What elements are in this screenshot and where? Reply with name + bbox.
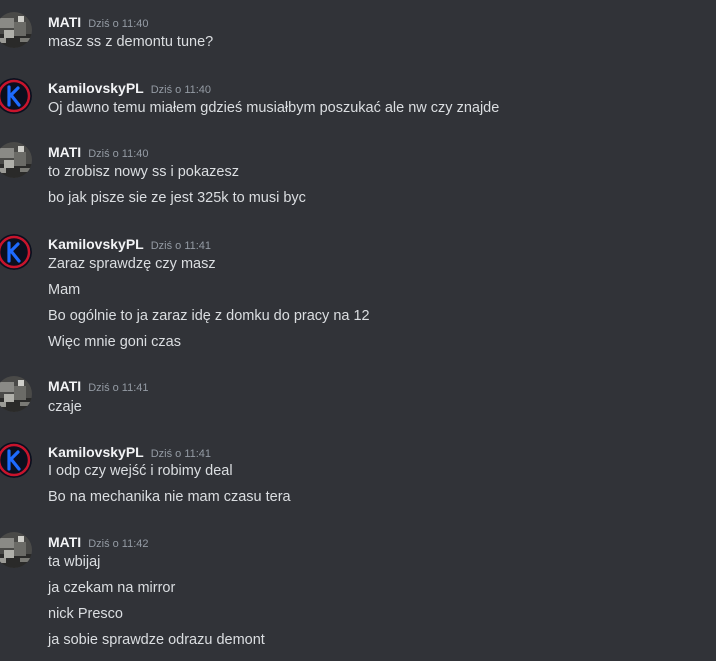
mati-avatar-icon[interactable]	[0, 532, 32, 568]
username[interactable]: KamilovskyPL	[48, 236, 144, 252]
message-text: masz ss z demontu tune?	[48, 34, 214, 50]
message-text: ja czekam na mirror	[48, 580, 176, 596]
timestamp: Dziś o 11:40	[88, 18, 149, 30]
message-header: KamilovskyPL Dziś o 11:40	[48, 78, 211, 98]
kamilovsky-k-avatar-icon[interactable]	[0, 442, 32, 478]
chat-message-list: MATI Dziś o 11:40 masz ss z demontu tune?…	[0, 0, 716, 661]
message-text: bo jak pisze sie ze jest 325k to musi by…	[48, 190, 306, 206]
message-text: ta wbijaj	[48, 554, 101, 570]
timestamp: Dziś o 11:41	[150, 448, 212, 460]
message-text: Bo ogólnie to ja zaraz idę z domku do pr…	[48, 308, 370, 324]
message-text: Zaraz sprawdzę czy masz	[48, 256, 216, 272]
message-text: I odp czy wejść i robimy deal	[48, 463, 233, 479]
message-text: ja sobie sprawdze odrazu demont	[48, 632, 265, 648]
username[interactable]: MATI	[48, 534, 81, 550]
message-header: MATI Dziś o 11:40	[48, 142, 149, 162]
message-text: Mam	[48, 282, 81, 298]
message-text: Bo na mechanika nie mam czasu tera	[48, 489, 291, 505]
kamilovsky-k-avatar-icon[interactable]	[0, 234, 32, 270]
message-header: MATI Dziś o 11:42	[48, 532, 149, 552]
message-text: czaje	[48, 399, 82, 415]
message-header: KamilovskyPL Dziś o 11:41	[48, 234, 211, 254]
mati-avatar-icon[interactable]	[0, 12, 32, 48]
timestamp: Dziś o 11:42	[88, 538, 149, 550]
username[interactable]: MATI	[48, 144, 81, 160]
message-header: MATI Dziś o 11:41	[48, 376, 149, 396]
timestamp: Dziś o 11:41	[88, 382, 149, 394]
kamilovsky-k-avatar-icon[interactable]	[0, 78, 32, 114]
username[interactable]: MATI	[48, 14, 81, 30]
mati-avatar-icon[interactable]	[0, 376, 32, 412]
username[interactable]: MATI	[48, 378, 81, 394]
message-text: Więc mnie goni czas	[48, 334, 181, 350]
timestamp: Dziś o 11:40	[88, 148, 149, 160]
timestamp: Dziś o 11:41	[150, 240, 212, 252]
message-text: to zrobisz nowy ss i pokazesz	[48, 164, 239, 180]
timestamp: Dziś o 11:40	[150, 84, 212, 96]
message-text: Oj dawno temu miałem gdzieś musiałbym po…	[48, 100, 500, 116]
message-text: nick Presco	[48, 606, 123, 622]
message-header: KamilovskyPL Dziś o 11:41	[48, 442, 211, 462]
username[interactable]: KamilovskyPL	[48, 444, 144, 460]
mati-avatar-icon[interactable]	[0, 142, 32, 178]
message-header: MATI Dziś o 11:40	[48, 12, 149, 32]
username[interactable]: KamilovskyPL	[48, 80, 144, 96]
